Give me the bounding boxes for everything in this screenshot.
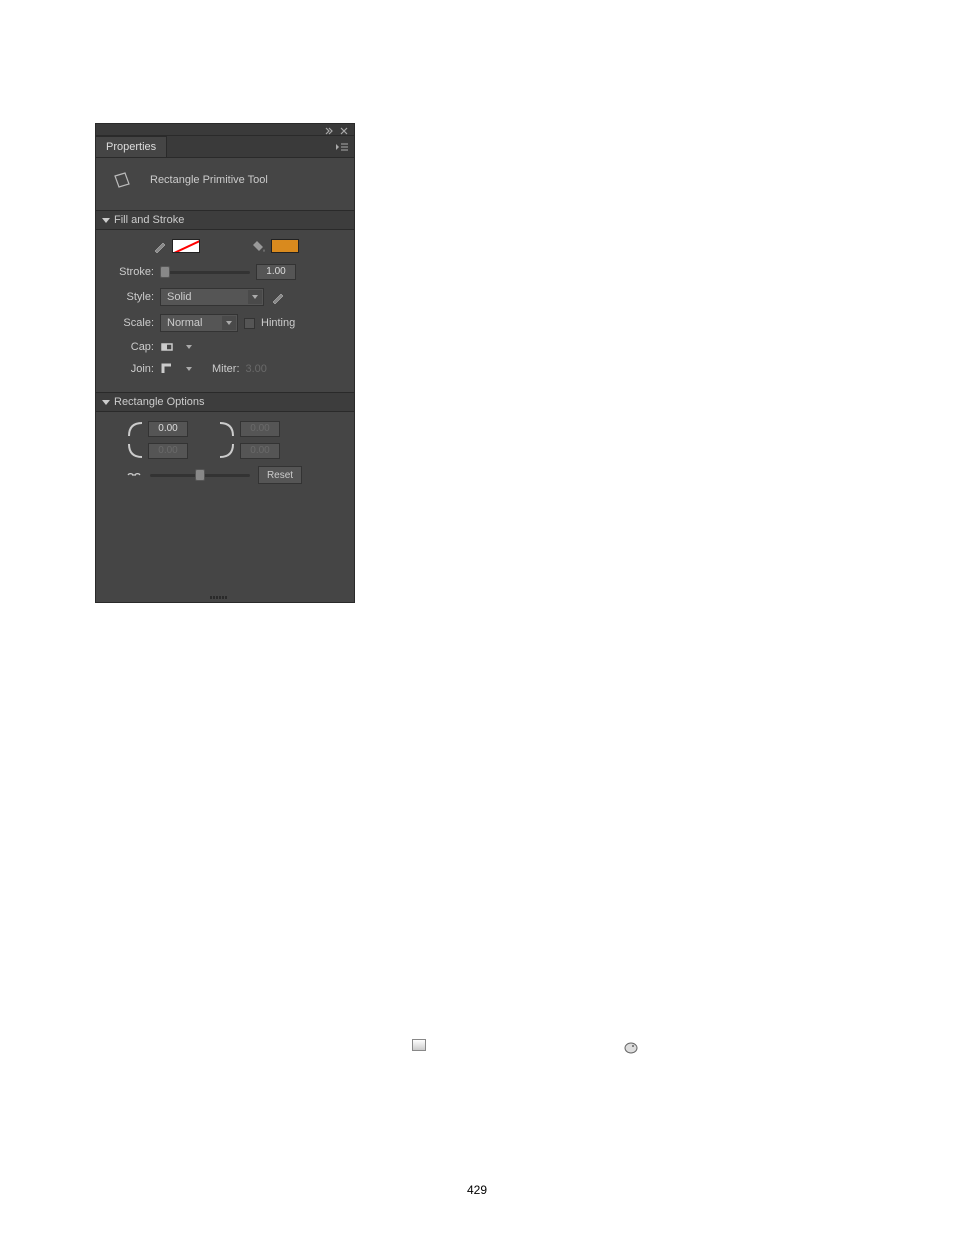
tool-name: Rectangle Primitive Tool xyxy=(150,174,268,186)
rectangle-options-body: 0.00 0.00 0.00 0.00 xyxy=(96,412,354,492)
stroke-label: Stroke: xyxy=(106,266,154,278)
style-select[interactable]: Solid xyxy=(160,288,264,306)
fill-color-icon xyxy=(251,238,267,254)
stroke-color-icon xyxy=(152,238,168,254)
tool-header: Rectangle Primitive Tool xyxy=(96,158,354,210)
section-title: Fill and Stroke xyxy=(114,214,184,226)
panel-tabs: Properties xyxy=(96,136,354,158)
rectangle-primitive-tool-icon xyxy=(110,168,134,192)
panel-resize-grip[interactable] xyxy=(210,596,240,600)
corner-radius-slider[interactable] xyxy=(150,474,250,477)
section-title: Rectangle Options xyxy=(114,396,205,408)
miter-label: Miter: xyxy=(212,363,240,375)
rectangle-options-header[interactable]: Rectangle Options xyxy=(96,392,354,412)
scale-select[interactable]: Normal xyxy=(160,314,238,332)
cap-dropdown[interactable] xyxy=(182,340,196,354)
top-right-corner-icon xyxy=(218,420,236,438)
page-number: 429 xyxy=(467,1183,487,1197)
link-corners-icon[interactable] xyxy=(126,469,142,481)
chevron-down-icon xyxy=(248,290,262,304)
tab-label: Properties xyxy=(106,141,156,153)
join-type-icon xyxy=(160,362,176,376)
stroke-slider[interactable] xyxy=(160,271,250,274)
hinting-checkbox[interactable] xyxy=(244,318,255,329)
disclosure-triangle-icon xyxy=(102,218,110,223)
top-left-radius-input[interactable]: 0.00 xyxy=(148,421,188,437)
disclosure-triangle-icon xyxy=(102,400,110,405)
join-dropdown[interactable] xyxy=(182,362,196,376)
bottom-right-radius-input[interactable]: 0.00 xyxy=(240,443,280,459)
properties-panel: Properties Rectangle Primitive Tool Fill… xyxy=(95,123,355,603)
panel-menu-icon[interactable] xyxy=(330,136,354,157)
close-icon[interactable] xyxy=(340,126,350,134)
rectangle-primitive-inline-icon xyxy=(412,1039,426,1051)
join-label: Join: xyxy=(106,363,154,375)
style-label: Style: xyxy=(106,291,154,303)
scale-label: Scale: xyxy=(106,317,154,329)
top-left-corner-icon xyxy=(126,420,144,438)
slider-thumb[interactable] xyxy=(160,266,170,278)
fill-color-swatch[interactable] xyxy=(271,239,299,253)
top-right-radius-input[interactable]: 0.00 xyxy=(240,421,280,437)
edit-style-icon[interactable] xyxy=(270,289,286,305)
scale-value: Normal xyxy=(167,317,202,329)
cap-type-icon xyxy=(160,340,176,354)
reset-label: Reset xyxy=(267,470,293,481)
bottom-left-corner-icon xyxy=(126,442,144,460)
fill-stroke-header[interactable]: Fill and Stroke xyxy=(96,210,354,230)
miter-value: 3.00 xyxy=(246,363,267,375)
hinting-label: Hinting xyxy=(261,317,295,329)
cap-label: Cap: xyxy=(106,341,154,353)
stroke-color-swatch[interactable] xyxy=(172,239,200,253)
chevron-down-icon xyxy=(222,316,236,330)
oval-primitive-inline-icon xyxy=(624,1041,638,1055)
panel-titlebar xyxy=(96,124,354,136)
bottom-right-corner-icon xyxy=(218,442,236,460)
fill-stroke-body: Stroke: 1.00 Style: Solid Scale: Normal xyxy=(96,230,354,392)
slider-thumb[interactable] xyxy=(195,469,205,481)
bottom-left-radius-input[interactable]: 0.00 xyxy=(148,443,188,459)
reset-button[interactable]: Reset xyxy=(258,466,302,484)
style-value: Solid xyxy=(167,291,191,303)
collapse-icon[interactable] xyxy=(324,126,334,134)
stroke-value-input[interactable]: 1.00 xyxy=(256,264,296,280)
tab-properties[interactable]: Properties xyxy=(96,136,167,157)
